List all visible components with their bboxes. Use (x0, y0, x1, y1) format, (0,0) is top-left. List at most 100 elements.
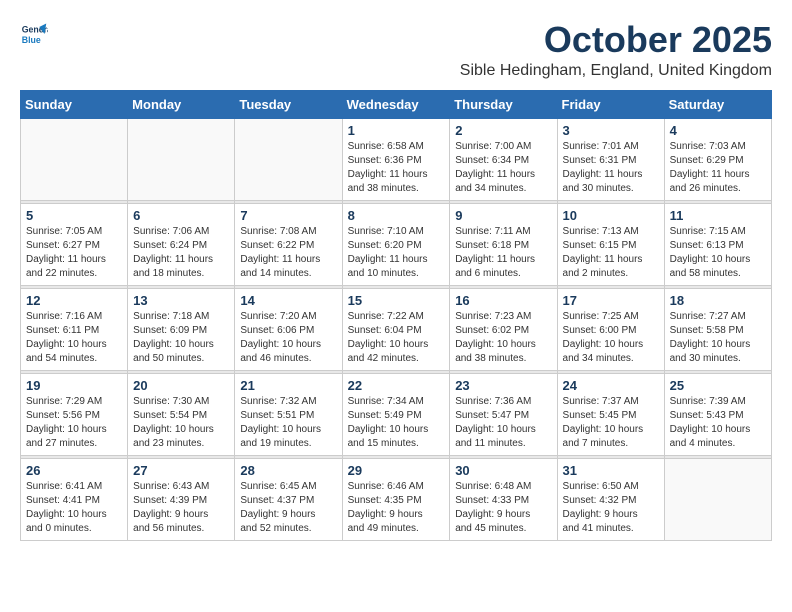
day-number: 28 (240, 463, 336, 478)
col-friday: Friday (557, 90, 664, 118)
month-title: October 2025 (460, 20, 772, 60)
day-info: Sunrise: 7:34 AM Sunset: 5:49 PM Dayligh… (348, 395, 445, 451)
table-row: 2 Sunrise: 7:00 AM Sunset: 6:34 PM Daylig… (450, 118, 557, 200)
day-info: Sunrise: 7:13 AM Sunset: 6:15 PM Dayligh… (563, 225, 659, 281)
day-number: 21 (240, 378, 336, 393)
day-info: Sunrise: 7:25 AM Sunset: 6:00 PM Dayligh… (563, 310, 659, 366)
week-row-2: 5 Sunrise: 7:05 AM Sunset: 6:27 PM Daylig… (21, 203, 772, 285)
day-info: Sunrise: 7:37 AM Sunset: 5:45 PM Dayligh… (563, 395, 659, 451)
table-row: 13 Sunrise: 7:18 AM Sunset: 6:09 PM Dayli… (128, 288, 235, 370)
day-info: Sunrise: 6:58 AM Sunset: 6:36 PM Dayligh… (348, 140, 445, 196)
day-number: 18 (670, 293, 766, 308)
table-row: 17 Sunrise: 7:25 AM Sunset: 6:00 PM Dayli… (557, 288, 664, 370)
day-info: Sunrise: 6:43 AM Sunset: 4:39 PM Dayligh… (133, 480, 229, 536)
day-info: Sunrise: 6:48 AM Sunset: 4:33 PM Dayligh… (455, 480, 551, 536)
day-number: 17 (563, 293, 659, 308)
table-row: 28 Sunrise: 6:45 AM Sunset: 4:37 PM Dayli… (235, 458, 342, 540)
table-row: 29 Sunrise: 6:46 AM Sunset: 4:35 PM Dayli… (342, 458, 450, 540)
day-info: Sunrise: 7:36 AM Sunset: 5:47 PM Dayligh… (455, 395, 551, 451)
week-row-5: 26Sunrise: 6:41 AM Sunset: 4:41 PM Dayli… (21, 458, 772, 540)
table-row: 10Sunrise: 7:13 AM Sunset: 6:15 PM Dayli… (557, 203, 664, 285)
col-thursday: Thursday (450, 90, 557, 118)
calendar-table: Sunday Monday Tuesday Wednesday Thursday… (20, 90, 772, 541)
logo-icon: General Blue (20, 20, 48, 48)
day-number: 20 (133, 378, 229, 393)
day-number: 6 (133, 208, 229, 223)
day-info: Sunrise: 7:03 AM Sunset: 6:29 PM Dayligh… (670, 140, 766, 196)
table-row: 27Sunrise: 6:43 AM Sunset: 4:39 PM Dayli… (128, 458, 235, 540)
table-row: 6Sunrise: 7:06 AM Sunset: 6:24 PM Daylig… (128, 203, 235, 285)
svg-text:Blue: Blue (22, 35, 41, 45)
day-number: 19 (26, 378, 122, 393)
table-row: 15Sunrise: 7:22 AM Sunset: 6:04 PM Dayli… (342, 288, 450, 370)
table-row: 22 Sunrise: 7:34 AM Sunset: 5:49 PM Dayli… (342, 373, 450, 455)
table-row: 8Sunrise: 7:10 AM Sunset: 6:20 PM Daylig… (342, 203, 450, 285)
day-info: Sunrise: 7:18 AM Sunset: 6:09 PM Dayligh… (133, 310, 229, 366)
col-tuesday: Tuesday (235, 90, 342, 118)
day-info: Sunrise: 7:16 AM Sunset: 6:11 PM Dayligh… (26, 310, 122, 366)
day-number: 23 (455, 378, 551, 393)
day-number: 8 (348, 208, 445, 223)
day-number: 1 (348, 123, 445, 138)
day-info: Sunrise: 7:29 AM Sunset: 5:56 PM Dayligh… (26, 395, 122, 451)
day-number: 24 (563, 378, 659, 393)
col-saturday: Saturday (664, 90, 771, 118)
day-info: Sunrise: 7:05 AM Sunset: 6:27 PM Dayligh… (26, 225, 122, 281)
day-info: Sunrise: 6:50 AM Sunset: 4:32 PM Dayligh… (563, 480, 659, 536)
table-row (21, 118, 128, 200)
day-info: Sunrise: 7:39 AM Sunset: 5:43 PM Dayligh… (670, 395, 766, 451)
col-sunday: Sunday (21, 90, 128, 118)
day-info: Sunrise: 7:27 AM Sunset: 5:58 PM Dayligh… (670, 310, 766, 366)
day-number: 31 (563, 463, 659, 478)
table-row: 21 Sunrise: 7:32 AM Sunset: 5:51 PM Dayli… (235, 373, 342, 455)
day-number: 25 (670, 378, 766, 393)
table-row (235, 118, 342, 200)
day-number: 30 (455, 463, 551, 478)
table-row: 7 Sunrise: 7:08 AM Sunset: 6:22 PM Daylig… (235, 203, 342, 285)
day-info: Sunrise: 6:46 AM Sunset: 4:35 PM Dayligh… (348, 480, 445, 536)
page-header: General Blue October 2025 Sible Hedingha… (20, 20, 772, 80)
day-info: Sunrise: 7:23 AM Sunset: 6:02 PM Dayligh… (455, 310, 551, 366)
table-row: 5 Sunrise: 7:05 AM Sunset: 6:27 PM Daylig… (21, 203, 128, 285)
day-number: 12 (26, 293, 122, 308)
day-info: Sunrise: 7:15 AM Sunset: 6:13 PM Dayligh… (670, 225, 766, 281)
day-number: 16 (455, 293, 551, 308)
day-number: 22 (348, 378, 445, 393)
week-row-4: 19 Sunrise: 7:29 AM Sunset: 5:56 PM Dayli… (21, 373, 772, 455)
table-row: 20Sunrise: 7:30 AM Sunset: 5:54 PM Dayli… (128, 373, 235, 455)
day-number: 15 (348, 293, 445, 308)
day-number: 13 (133, 293, 229, 308)
table-row (664, 458, 771, 540)
table-row: 26Sunrise: 6:41 AM Sunset: 4:41 PM Dayli… (21, 458, 128, 540)
day-info: Sunrise: 7:00 AM Sunset: 6:34 PM Dayligh… (455, 140, 551, 196)
table-row: 25 Sunrise: 7:39 AM Sunset: 5:43 PM Dayli… (664, 373, 771, 455)
table-row: 31 Sunrise: 6:50 AM Sunset: 4:32 PM Dayli… (557, 458, 664, 540)
table-row: 19 Sunrise: 7:29 AM Sunset: 5:56 PM Dayli… (21, 373, 128, 455)
location: Sible Hedingham, England, United Kingdom (460, 62, 772, 80)
col-wednesday: Wednesday (342, 90, 450, 118)
table-row (128, 118, 235, 200)
day-number: 7 (240, 208, 336, 223)
table-row: 18 Sunrise: 7:27 AM Sunset: 5:58 PM Dayli… (664, 288, 771, 370)
day-number: 4 (670, 123, 766, 138)
table-row: 16 Sunrise: 7:23 AM Sunset: 6:02 PM Dayli… (450, 288, 557, 370)
day-info: Sunrise: 7:32 AM Sunset: 5:51 PM Dayligh… (240, 395, 336, 451)
calendar-header-row: Sunday Monday Tuesday Wednesday Thursday… (21, 90, 772, 118)
table-row: 24 Sunrise: 7:37 AM Sunset: 5:45 PM Dayli… (557, 373, 664, 455)
title-block: October 2025 Sible Hedingham, England, U… (460, 20, 772, 80)
day-number: 11 (670, 208, 766, 223)
day-info: Sunrise: 6:41 AM Sunset: 4:41 PM Dayligh… (26, 480, 122, 536)
day-number: 29 (348, 463, 445, 478)
table-row: 4 Sunrise: 7:03 AM Sunset: 6:29 PM Daylig… (664, 118, 771, 200)
day-number: 5 (26, 208, 122, 223)
day-number: 3 (563, 123, 659, 138)
logo: General Blue (20, 20, 48, 48)
table-row: 12 Sunrise: 7:16 AM Sunset: 6:11 PM Dayli… (21, 288, 128, 370)
table-row: 14Sunrise: 7:20 AM Sunset: 6:06 PM Dayli… (235, 288, 342, 370)
day-info: Sunrise: 6:45 AM Sunset: 4:37 PM Dayligh… (240, 480, 336, 536)
week-row-1: 1 Sunrise: 6:58 AM Sunset: 6:36 PM Daylig… (21, 118, 772, 200)
day-number: 2 (455, 123, 551, 138)
table-row: 23 Sunrise: 7:36 AM Sunset: 5:47 PM Dayli… (450, 373, 557, 455)
day-number: 9 (455, 208, 551, 223)
day-info: Sunrise: 7:08 AM Sunset: 6:22 PM Dayligh… (240, 225, 336, 281)
